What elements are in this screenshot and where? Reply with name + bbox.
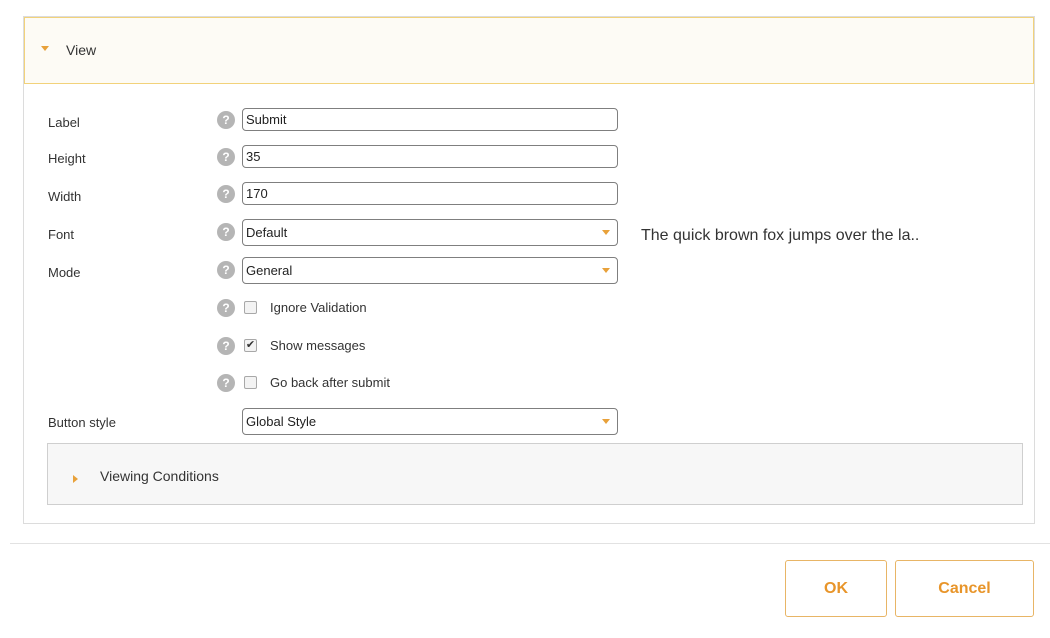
cancel-button[interactable]: Cancel bbox=[895, 560, 1034, 617]
help-icon[interactable]: ? bbox=[217, 299, 235, 317]
font-preview-text: The quick brown fox jumps over the la.. bbox=[641, 227, 920, 244]
ok-button[interactable]: OK bbox=[785, 560, 887, 617]
label-input[interactable]: Submit bbox=[242, 108, 618, 131]
go-back-checkbox[interactable] bbox=[244, 376, 257, 389]
button-style-field-label: Button style bbox=[48, 415, 116, 430]
chevron-down-icon bbox=[602, 268, 610, 273]
font-select-value: Default bbox=[246, 225, 288, 240]
viewing-conditions-section[interactable]: Viewing Conditions bbox=[47, 443, 1023, 505]
view-section-header[interactable]: View bbox=[24, 17, 1034, 84]
mode-select[interactable]: General bbox=[242, 257, 618, 284]
show-messages-label: Show messages bbox=[270, 338, 366, 353]
mode-select-value: General bbox=[246, 263, 293, 278]
help-icon[interactable]: ? bbox=[217, 337, 235, 355]
ignore-validation-label: Ignore Validation bbox=[270, 300, 367, 315]
ignore-validation-checkbox[interactable] bbox=[244, 301, 257, 314]
help-icon[interactable]: ? bbox=[217, 374, 235, 392]
mode-field-label: Mode bbox=[48, 265, 81, 280]
footer-divider bbox=[10, 543, 1050, 544]
chevron-down-icon bbox=[602, 230, 610, 235]
go-back-label: Go back after submit bbox=[270, 375, 390, 390]
chevron-down-icon bbox=[602, 419, 610, 424]
help-icon[interactable]: ? bbox=[217, 185, 235, 203]
caret-down-icon bbox=[41, 46, 49, 51]
button-style-select[interactable]: Global Style bbox=[242, 408, 618, 435]
help-icon[interactable]: ? bbox=[217, 223, 235, 241]
width-field-label: Width bbox=[48, 189, 82, 204]
viewing-conditions-title: Viewing Conditions bbox=[100, 468, 219, 484]
height-field-label: Height bbox=[48, 151, 86, 166]
help-icon[interactable]: ? bbox=[217, 148, 235, 166]
font-select[interactable]: Default bbox=[242, 219, 618, 246]
properties-panel: View Label ? Submit Height ? 35 Width ? … bbox=[23, 16, 1035, 524]
view-section-title: View bbox=[66, 42, 97, 58]
height-input[interactable]: 35 bbox=[242, 145, 618, 168]
help-icon[interactable]: ? bbox=[217, 261, 235, 279]
show-messages-checkbox[interactable]: ✔ bbox=[244, 339, 257, 352]
button-style-select-value: Global Style bbox=[246, 414, 317, 429]
font-field-label: Font bbox=[48, 227, 75, 242]
caret-right-icon bbox=[73, 475, 78, 483]
label-field-label: Label bbox=[48, 115, 80, 130]
width-input[interactable]: 170 bbox=[242, 182, 618, 205]
help-icon[interactable]: ? bbox=[217, 111, 235, 129]
